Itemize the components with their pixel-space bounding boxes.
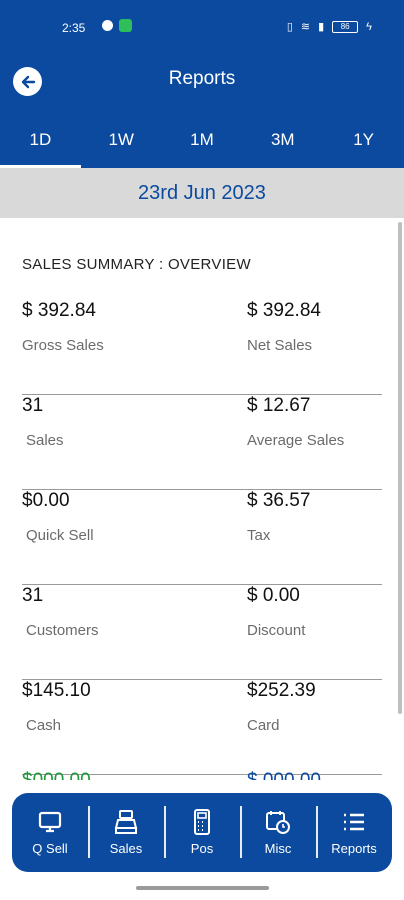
nav-sales[interactable]: Sales — [88, 793, 164, 872]
signal-icon: ▮ — [318, 21, 325, 33]
tab-1y[interactable]: 1Y — [323, 118, 404, 168]
stat-value: $ 0.00 — [247, 585, 300, 606]
nav-label: Reports — [331, 841, 377, 856]
calendar-clock-icon — [266, 811, 290, 834]
stat-row-customers-discount: 31 Customers $ 0.00 Discount — [22, 585, 382, 680]
stat-value: $252.39 — [247, 680, 316, 701]
cash-register-icon — [114, 810, 138, 834]
stat-value: $ 12.67 — [247, 395, 311, 416]
pos-terminal-icon — [194, 809, 210, 835]
stat-row-quicksell-tax: $0.00 Quick Sell $ 36.57 Tax — [22, 490, 382, 585]
stat-row-cash-card: $145.10 Cash $252.39 Card — [22, 680, 382, 775]
stat-value: $ 392.84 — [247, 300, 321, 321]
page-title: Reports — [168, 68, 236, 89]
status-bar: 2:35 ▯ ≋ ▮ 86 ϟ — [0, 14, 404, 42]
stat-row-gross-net: $ 392.84 Gross Sales $ 392.84 Net Sales — [22, 300, 382, 395]
period-tabs: 1D 1W 1M 3M 1Y — [0, 118, 404, 168]
next-row-partial: $000.00 $ 000.00 — [22, 770, 382, 780]
nav-pos[interactable]: Pos — [164, 793, 240, 872]
nav-label: Pos — [190, 841, 214, 856]
stat-value: 31 — [22, 585, 44, 606]
tab-3m[interactable]: 3M — [242, 118, 323, 168]
scrollbar[interactable] — [398, 222, 402, 714]
stat-label: Discount — [247, 622, 306, 639]
stat-label: Cash — [26, 717, 62, 734]
nav-label: Misc — [264, 841, 292, 856]
report-content[interactable]: SALES SUMMARY : OVERVIEW $ 392.84 Gross … — [0, 218, 404, 780]
stat-label: Customers — [26, 622, 99, 639]
app-notification-icon — [119, 19, 132, 32]
partial-value-left: $000.00 — [22, 770, 91, 780]
tab-1m[interactable]: 1M — [162, 118, 243, 168]
stat-label: Quick Sell — [26, 527, 94, 544]
wifi-icon: ≋ — [300, 21, 311, 33]
stat-label: Average Sales — [247, 432, 345, 449]
stat-label: Gross Sales — [22, 337, 104, 354]
facebook-icon — [102, 20, 113, 31]
stat-label: Card — [247, 717, 280, 734]
status-time: 2:35 — [62, 21, 86, 35]
system-status-icons: ▯ ≋ ▮ 86 ϟ — [287, 20, 372, 33]
tab-1w[interactable]: 1W — [81, 118, 162, 168]
section-title: SALES SUMMARY : OVERVIEW — [22, 256, 251, 273]
nav-reports[interactable]: Reports — [316, 793, 392, 872]
nav-misc[interactable]: Misc — [240, 793, 316, 872]
selected-date: 23rd Jun 2023 — [0, 168, 404, 218]
stat-value: $0.00 — [22, 490, 70, 511]
stat-label: Tax — [247, 527, 271, 544]
nav-q-sell[interactable]: Q Sell — [12, 793, 88, 872]
notification-icons — [102, 19, 132, 32]
partial-value-right: $ 000.00 — [247, 770, 321, 780]
vibrate-icon: ▯ — [286, 21, 293, 33]
stat-label: Net Sales — [247, 337, 313, 354]
tab-1d[interactable]: 1D — [0, 118, 81, 168]
stat-row-sales-average: 31 Sales $ 12.67 Average Sales — [22, 395, 382, 490]
stat-value: $ 36.57 — [247, 490, 311, 511]
stat-value: 31 — [22, 395, 44, 416]
stat-label: Sales — [26, 432, 64, 449]
list-icon — [344, 813, 364, 831]
monitor-icon — [38, 811, 62, 833]
app-header: 2:35 ▯ ≋ ▮ 86 ϟ Reports 1D 1W 1M 3M 1Y — [0, 0, 404, 168]
nav-label: Q Sell — [32, 841, 68, 856]
nav-label: Sales — [109, 841, 143, 856]
bottom-nav: Q Sell Sales Pos Misc Reports — [12, 793, 392, 872]
home-indicator[interactable] — [136, 886, 269, 890]
stat-value: $ 392.84 — [22, 300, 96, 321]
battery-icon: 86 — [332, 20, 359, 33]
stat-value: $145.10 — [22, 680, 91, 701]
charging-icon: ϟ — [366, 20, 372, 33]
